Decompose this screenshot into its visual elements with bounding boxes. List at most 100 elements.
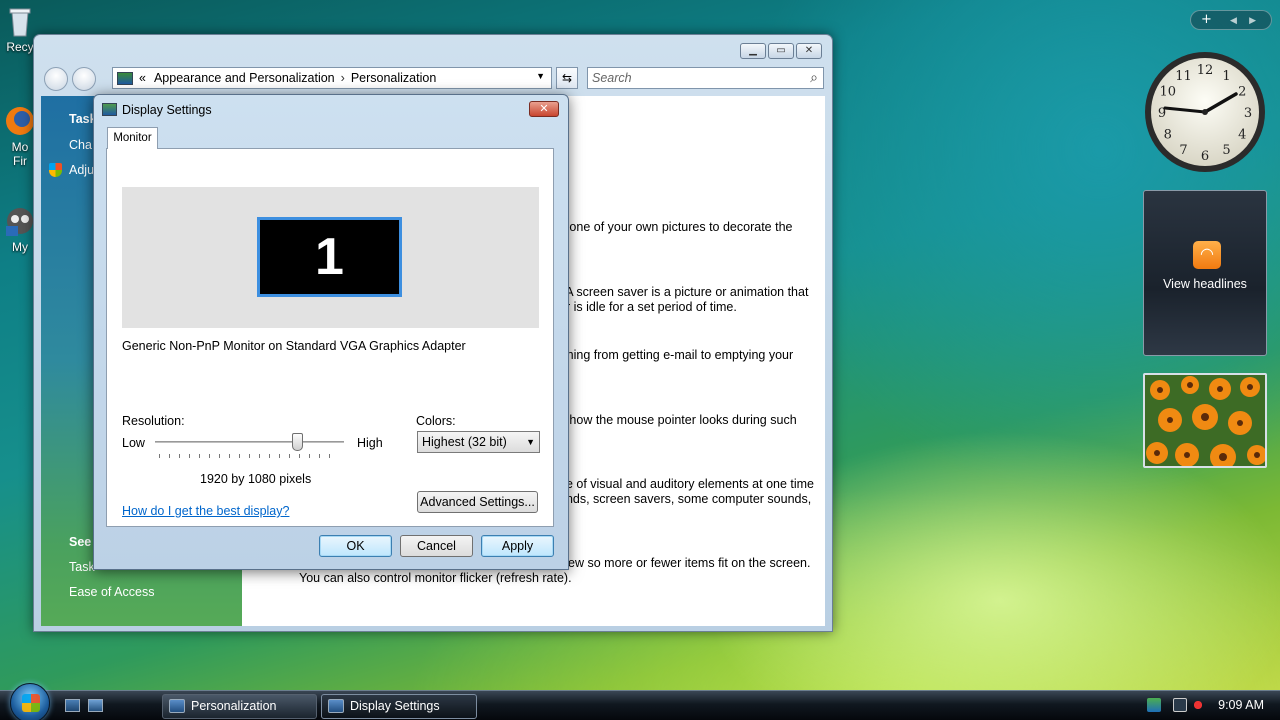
clock-gadget[interactable]: 12 1234567891011 [1143,50,1267,174]
view-headlines-label[interactable]: View headlines [1144,277,1266,291]
slideshow-gadget[interactable] [1143,373,1267,468]
show-desktop-icon[interactable] [65,699,80,712]
feed-headlines-gadget[interactable]: ◠ View headlines [1143,190,1267,356]
clock-number: 7 [1179,143,1187,158]
maximize-button[interactable]: ▭ [768,43,794,59]
forward-button[interactable] [72,67,96,91]
search-icon[interactable]: ⌕ [810,69,818,86]
minimize-button[interactable]: ▁ [740,43,766,59]
next-gadget-icon[interactable]: ▶ [1249,16,1256,26]
search-input[interactable]: Search ⌕ [587,67,824,89]
mouse-pointer-desc: e how the mouse pointer looks during suc… [559,413,797,427]
personalization-icon [169,699,185,713]
address-bar[interactable]: « Appearance and Personalization › Perso… [112,67,552,89]
sidebar-item-ease-of-access[interactable]: Ease of Access [69,585,154,599]
cancel-button[interactable]: Cancel [400,535,473,557]
my-label: My [12,240,28,254]
clock-number: 4 [1238,128,1246,143]
apply-button[interactable]: Apply [481,535,554,557]
refresh-button[interactable]: ⇆ [556,67,578,89]
display-settings-taskbar-icon [328,699,344,713]
breadcrumb-chevron-icon: › [340,71,345,85]
see-also-heading: See [69,535,92,549]
advanced-settings-button[interactable]: Advanced Settings... [417,491,538,513]
theme-desc-2: unds, screen savers, some computer sound… [559,492,812,506]
taskbar-personalization-label: Personalization [191,699,277,713]
display-settings-dialog: Display Settings ✕ Monitor 1 Generic Non… [93,94,569,570]
clock-time[interactable]: 9:09 AM [1218,698,1264,712]
sounds-desc: rthing from getting e-mail to emptying y… [559,348,794,362]
clock-center [1202,109,1208,115]
gadget-sidebar-controls: + ◀ ▶ [1190,10,1272,30]
resolution-label: Resolution: [122,414,185,428]
rss-icon: ◠ [1193,241,1221,269]
volume-muted-icon[interactable] [1191,698,1205,712]
best-display-help-link[interactable]: How do I get the best display? [122,504,289,518]
taskbar-display-settings-label: Display Settings [350,699,440,713]
system-tray: 9:09 AM [1135,691,1280,720]
clock-number: 3 [1244,106,1252,121]
clock-number: 8 [1164,128,1172,143]
firefox-label: Mo Fir [11,140,29,168]
clock-number: 11 [1175,69,1192,84]
sidebar-item-adjust[interactable]: Adju [69,163,94,177]
raccoon-icon [3,204,37,238]
monitor-description: Generic Non-PnP Monitor on Standard VGA … [122,339,466,353]
breadcrumb-appearance[interactable]: Appearance and Personalization [154,71,335,85]
clock-number: 2 [1238,85,1246,100]
display-settings-desc-2: You can also control monitor flicker (re… [299,571,572,585]
resolution-value: 1920 by 1080 pixels [200,472,312,486]
dialog-close-button[interactable]: ✕ [529,101,559,117]
clock-number: 10 [1159,85,1176,100]
recycle-bin-label: Recy [6,40,34,54]
screen-saver-desc-2: er is idle for a set period of time. [559,300,737,314]
clock-number: 1 [1222,69,1230,84]
monitor-panel: 1 Generic Non-PnP Monitor on Standard VG… [106,148,554,527]
firefox-icon [3,104,37,138]
clock-number: 6 [1201,149,1209,164]
display-settings-icon [102,103,117,116]
add-gadget-icon[interactable]: + [1201,12,1212,27]
trash-icon [3,4,37,38]
monitor-1[interactable]: 1 [257,217,402,297]
taskbar: Personalization Display Settings 9:09 AM [0,690,1280,720]
display-settings-desc-1: view so more or fewer items fit on the s… [559,556,811,570]
colors-label: Colors: [416,414,456,428]
sidebar-item-change[interactable]: Cha [69,138,92,152]
chevron-down-icon: ▼ [526,437,535,447]
monitor-preview-area: 1 [122,187,539,328]
ok-button[interactable]: OK [319,535,392,557]
control-panel-icon [117,71,133,85]
clock-number: 5 [1222,143,1230,158]
network-icon[interactable] [1147,698,1161,712]
window-controls: ▁ ▭ ✕ [740,43,822,59]
back-button[interactable] [44,67,68,91]
connection-icon[interactable] [1173,698,1187,712]
start-button[interactable] [10,683,50,720]
tab-monitor[interactable]: Monitor [107,127,158,149]
resolution-slider-track[interactable] [155,441,344,443]
search-placeholder: Search [592,71,632,85]
breadcrumb-prefix[interactable]: « [139,71,146,85]
sidebar-item-taskbar[interactable]: Task [69,560,95,574]
dialog-title: Display Settings [122,103,212,117]
colors-select[interactable]: Highest (32 bit) ▼ [417,431,540,453]
desktop-background-desc: e one of your own pictures to decorate t… [559,220,793,234]
resolution-low-label: Low [122,436,145,450]
prev-gadget-icon[interactable]: ◀ [1230,16,1237,26]
clock-number: 12 [1197,63,1214,78]
shield-icon [49,163,62,177]
screen-saver-desc-1: . A screen saver is a picture or animati… [559,285,809,299]
switch-windows-icon[interactable] [88,699,103,712]
colors-value: Highest (32 bit) [422,435,507,449]
taskbar-display-settings[interactable]: Display Settings [321,694,477,719]
address-dropdown-icon[interactable]: ▼ [536,71,545,81]
resolution-slider-thumb[interactable] [291,433,303,451]
breadcrumb-personalization[interactable]: Personalization [351,71,436,85]
taskbar-personalization[interactable]: Personalization [162,694,317,719]
close-button[interactable]: ✕ [796,43,822,59]
flowers-image [1145,375,1265,466]
resolution-slider-ticks [159,454,339,458]
resolution-high-label: High [357,436,383,450]
theme-desc-1: ge of visual and auditory elements at on… [559,477,815,491]
